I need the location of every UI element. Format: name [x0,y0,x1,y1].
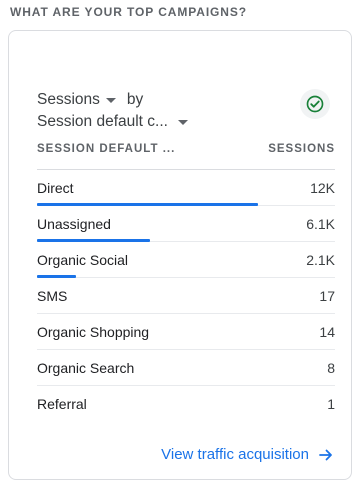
row-label: Organic Social [37,251,129,268]
row-label: SMS [37,287,68,304]
selector-area: Sessions by Session default c... [37,89,277,133]
row-value: 17 [319,287,335,304]
table-row[interactable]: Organic Search 8 [37,350,335,386]
table-row[interactable]: SMS 17 [37,278,335,314]
section-title: WHAT ARE YOUR TOP CAMPAIGNS? [10,5,247,19]
table-row[interactable]: Organic Social 2.1K [37,242,335,278]
view-traffic-acquisition-link[interactable]: View traffic acquisition [161,446,333,463]
check-circle-icon[interactable] [300,89,330,119]
caret-down-icon [177,119,188,125]
selector-row-2: Session default c... [37,111,277,133]
selector-row-1: Sessions by [37,89,277,111]
row-value: 14 [319,323,335,340]
metric-dropdown[interactable]: Sessions [37,91,116,109]
row-value: 6.1K [306,215,335,232]
row-label: Organic Search [37,359,135,376]
dimension-column-header[interactable]: SESSION DEFAULT ... [37,143,175,155]
dimension-dropdown[interactable]: Session default c... [37,113,188,131]
table-row[interactable]: Unassigned 6.1K [37,206,335,242]
table-row[interactable]: Organic Shopping 14 [37,314,335,350]
row-value: 12K [310,179,335,196]
footer-link-label: View traffic acquisition [161,446,309,463]
row-value: 2.1K [306,251,335,268]
dimension-dropdown-label: Session default c... [37,113,168,130]
row-value: 8 [327,359,335,376]
metric-column-header[interactable]: SESSIONS [268,143,335,155]
row-value: 1 [327,395,335,412]
row-label: Direct [37,179,74,196]
row-label: Referral [37,395,87,412]
arrow-right-icon [319,449,332,460]
table-row[interactable]: Direct 12K [37,170,335,206]
by-label: by [126,91,144,108]
top-campaigns-card: Sessions by Session default c... SESSION… [8,30,352,480]
table-body: Direct 12K Unassigned 6.1K Organic Socia… [37,169,335,421]
check-circle-icon-svg [306,95,324,113]
table-header: SESSION DEFAULT ... SESSIONS [37,143,335,155]
table-row[interactable]: Referral 1 [37,386,335,421]
caret-down-icon [105,97,116,103]
row-label: Unassigned [37,215,111,232]
metric-dropdown-label: Sessions [37,91,100,108]
row-label: Organic Shopping [37,323,150,340]
